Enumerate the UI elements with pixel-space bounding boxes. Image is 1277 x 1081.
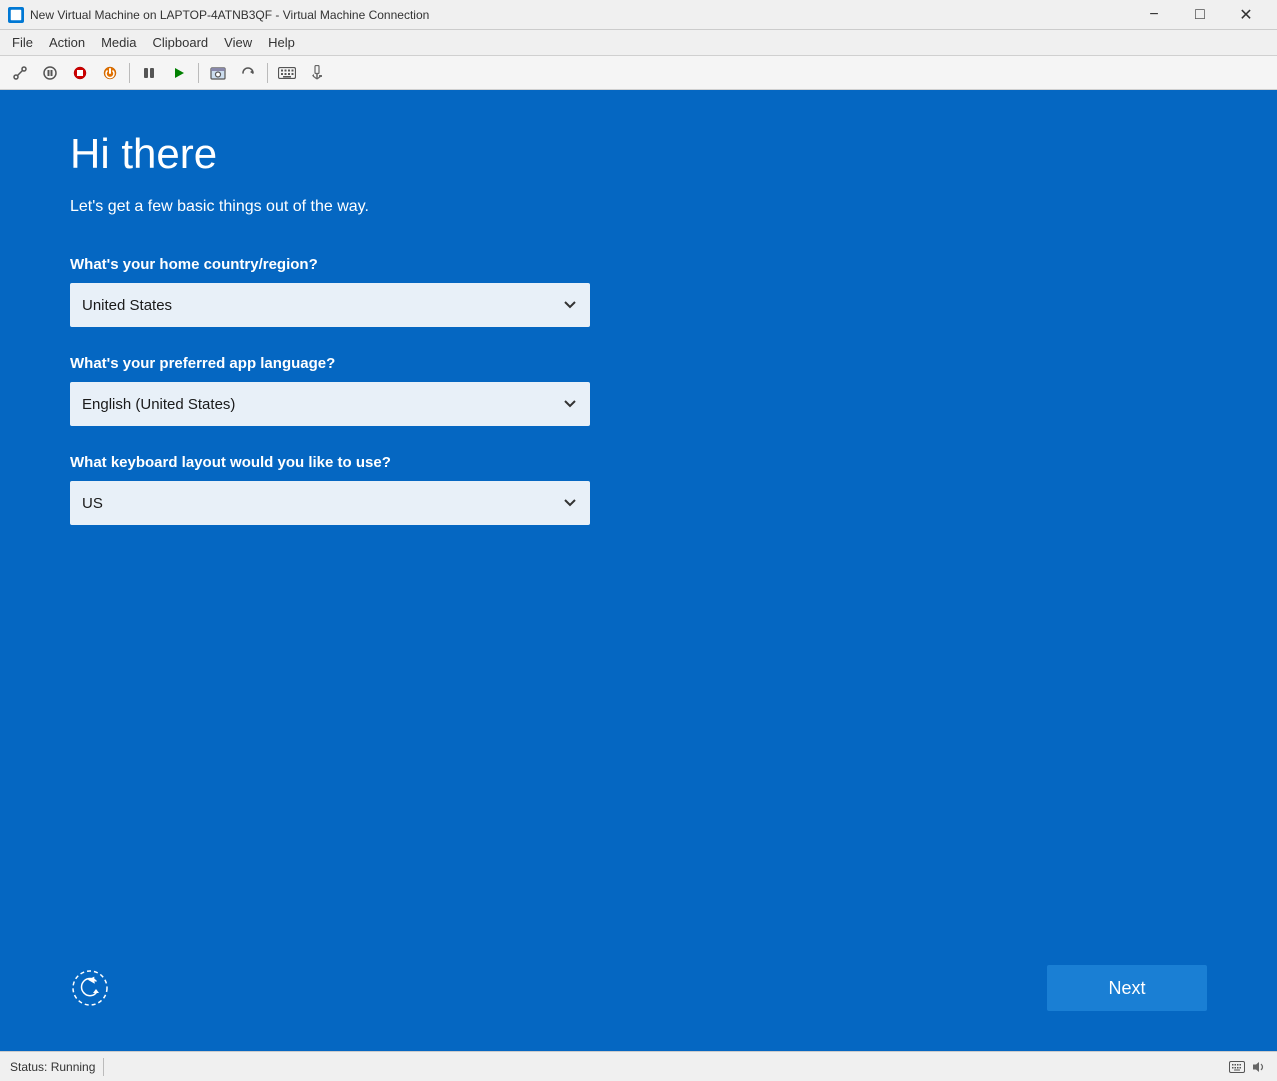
close-button[interactable]: ✕ [1223, 0, 1269, 30]
country-label: What's your home country/region? [70, 256, 1207, 273]
usb-button[interactable] [303, 60, 331, 86]
toolbar-separator-3 [267, 63, 268, 83]
keyboard-status-icon [1229, 1059, 1245, 1075]
country-section: What's your home country/region? United … [70, 256, 1207, 327]
reset-button[interactable] [234, 60, 262, 86]
vm-content-area: Hi there Let's get a few basic things ou… [0, 90, 1277, 1051]
bottom-navigation: Next [70, 965, 1207, 1011]
toolbar-separator-1 [129, 63, 130, 83]
menu-media[interactable]: Media [93, 30, 144, 55]
status-text: Status: Running [10, 1060, 95, 1074]
window-controls: − □ ✕ [1131, 0, 1269, 30]
power-button[interactable] [96, 60, 124, 86]
menu-help[interactable]: Help [260, 30, 303, 55]
status-bar: Status: Running [0, 1051, 1277, 1081]
language-select[interactable]: English (United States) English (United … [70, 382, 590, 426]
toolbar-separator-2 [198, 63, 199, 83]
menu-bar: File Action Media Clipboard View Help [0, 30, 1277, 56]
minimize-button[interactable]: − [1131, 0, 1177, 30]
audio-status-icon [1251, 1059, 1267, 1075]
greeting-heading: Hi there [70, 130, 1207, 178]
play-button[interactable] [165, 60, 193, 86]
pause2-button[interactable] [135, 60, 163, 86]
maximize-button[interactable]: □ [1177, 0, 1223, 30]
menu-clipboard[interactable]: Clipboard [145, 30, 217, 55]
keyboard-button[interactable] [273, 60, 301, 86]
language-label: What's your preferred app language? [70, 355, 1207, 372]
keyboard-label: What keyboard layout would you like to u… [70, 454, 1207, 471]
menu-view[interactable]: View [216, 30, 260, 55]
subtitle-text: Let's get a few basic things out of the … [70, 198, 1207, 216]
menu-action[interactable]: Action [41, 30, 93, 55]
screenshot-button[interactable] [204, 60, 232, 86]
connect-button[interactable] [6, 60, 34, 86]
title-bar: New Virtual Machine on LAPTOP-4ATNB3QF -… [0, 0, 1277, 30]
status-right-icons [1229, 1059, 1267, 1075]
pause-button[interactable] [36, 60, 64, 86]
app-icon [8, 7, 24, 23]
country-select[interactable]: United States United Kingdom Canada Aust… [70, 283, 590, 327]
window-title: New Virtual Machine on LAPTOP-4ATNB3QF -… [30, 8, 1131, 22]
keyboard-section: What keyboard layout would you like to u… [70, 454, 1207, 525]
keyboard-select[interactable]: US UK German French Spanish [70, 481, 590, 525]
toolbar [0, 56, 1277, 90]
reset-progress-icon[interactable] [70, 968, 110, 1008]
menu-file[interactable]: File [4, 30, 41, 55]
next-button[interactable]: Next [1047, 965, 1207, 1011]
stop-button[interactable] [66, 60, 94, 86]
status-separator [103, 1058, 104, 1076]
language-section: What's your preferred app language? Engl… [70, 355, 1207, 426]
